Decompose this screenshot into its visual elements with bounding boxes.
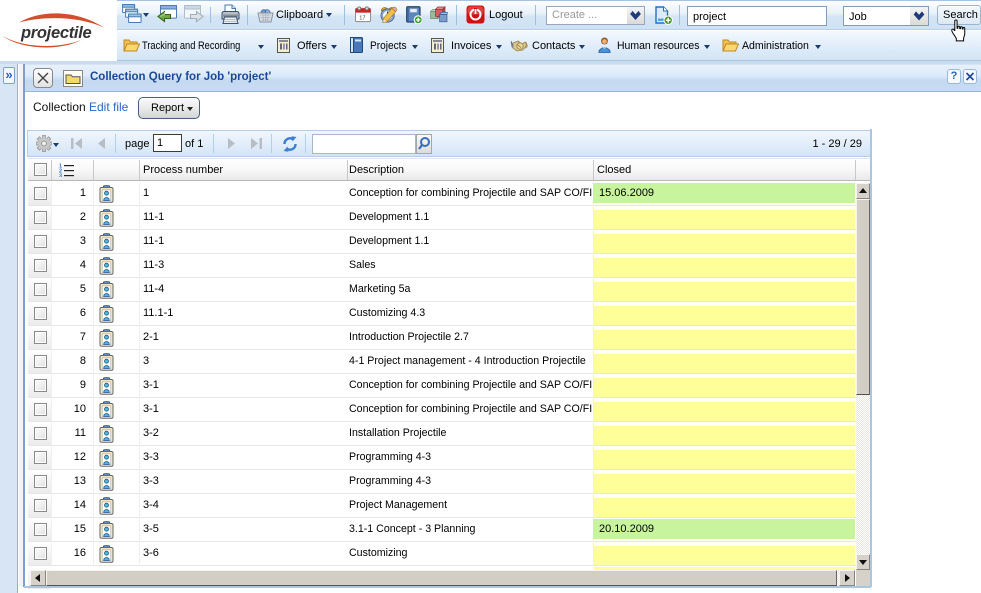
svg-text:3: 3 (59, 174, 62, 178)
svg-text:projectile: projectile (20, 24, 91, 42)
svg-text:17: 17 (359, 16, 365, 22)
